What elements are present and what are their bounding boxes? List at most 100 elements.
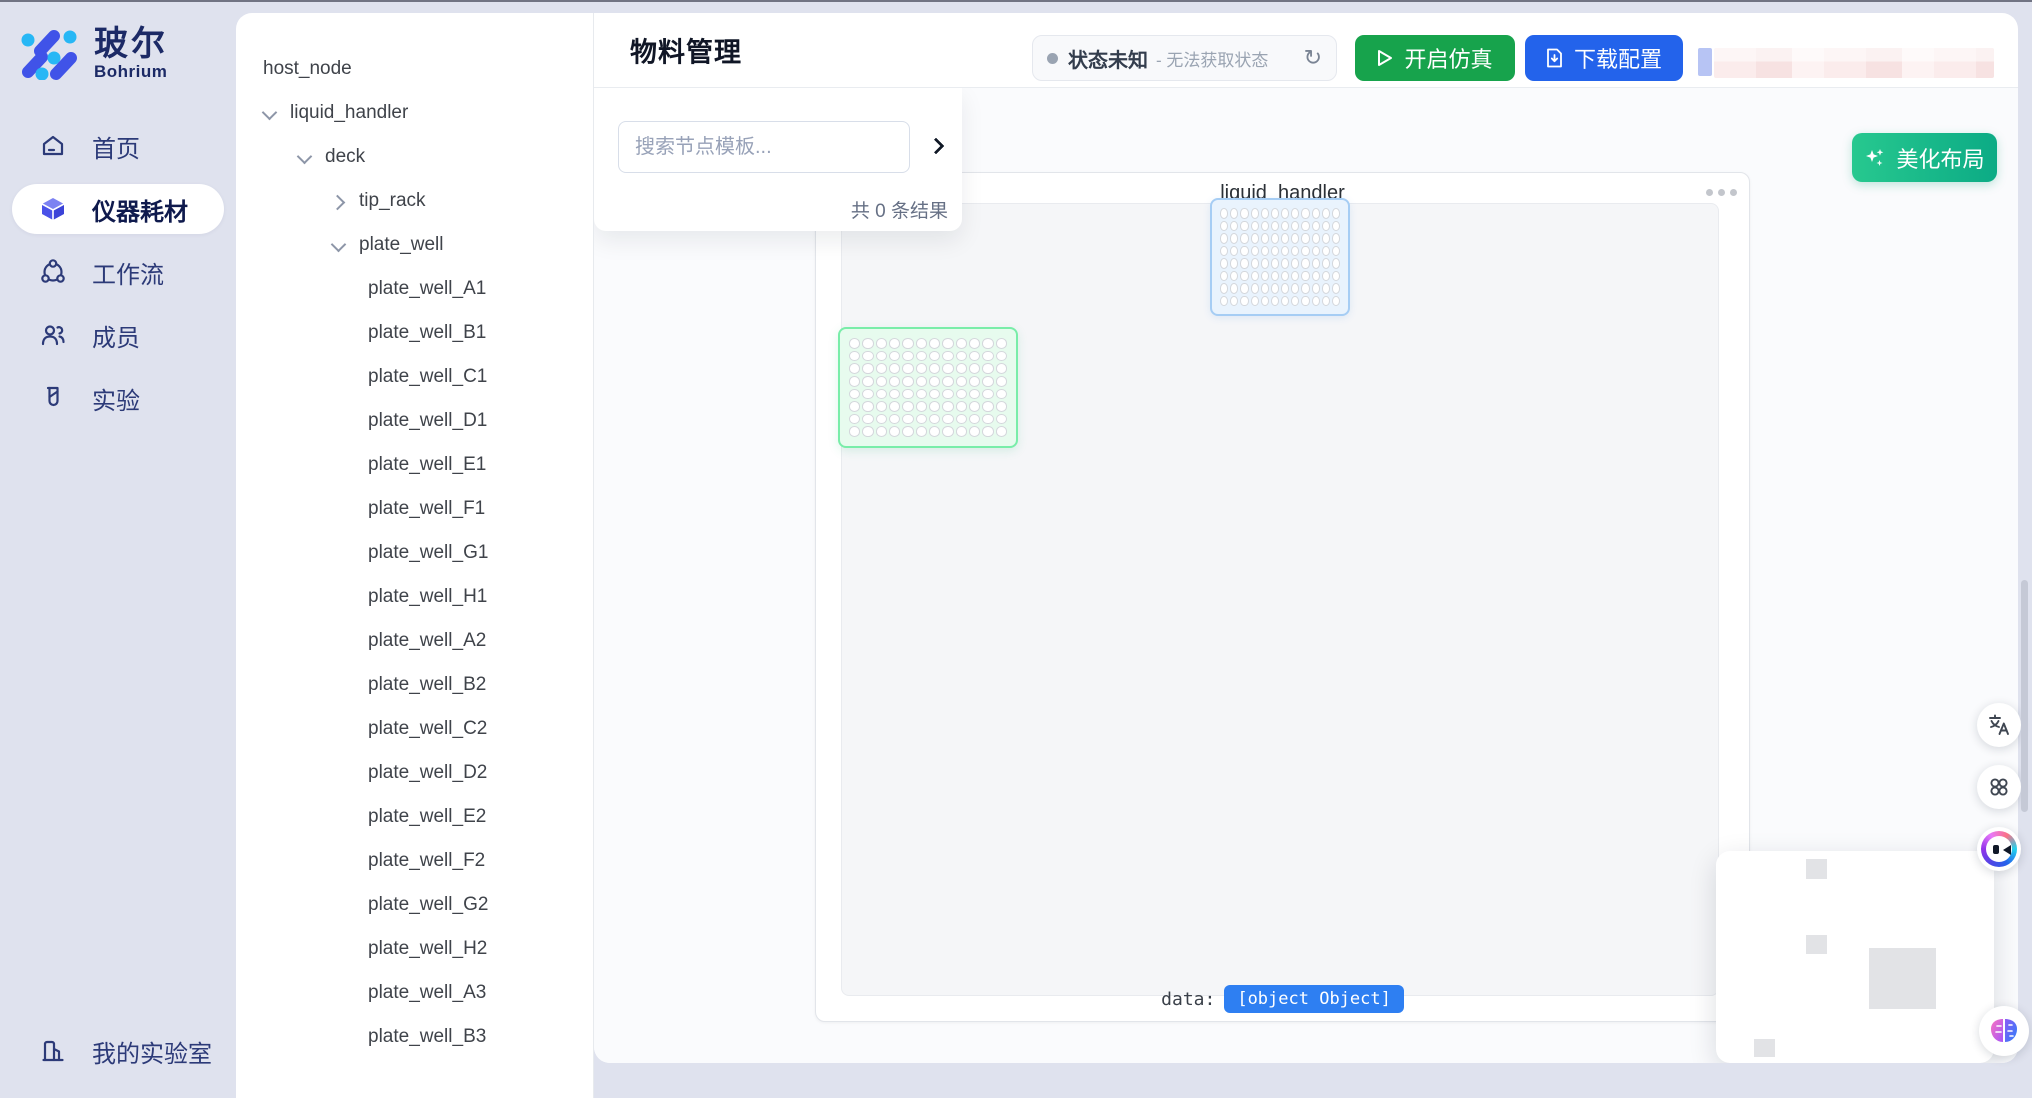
well xyxy=(876,389,887,400)
tree-item-plate_well_A1[interactable]: plate_well_A1 xyxy=(236,267,593,311)
well xyxy=(1230,283,1238,294)
well xyxy=(982,401,993,412)
chevron-right-icon[interactable] xyxy=(332,195,345,208)
experiment-icon xyxy=(40,385,66,411)
well-plate-blue[interactable] xyxy=(1210,198,1350,316)
well xyxy=(969,389,980,400)
tree-item-plate_well_C1[interactable]: plate_well_C1 xyxy=(236,355,593,399)
well xyxy=(1291,271,1299,282)
well xyxy=(862,426,873,437)
logo-subtitle: Bohrium xyxy=(94,62,168,82)
data-key: data: xyxy=(1161,989,1215,1010)
page-header: 物料管理 状态未知 - 无法获取状态 ↻ 开启仿真 xyxy=(594,13,2018,88)
deck-area[interactable] xyxy=(841,203,1719,996)
well xyxy=(862,414,873,425)
well xyxy=(1301,271,1309,282)
minimap-node-rect xyxy=(1869,948,1936,1009)
node-menu-icon[interactable] xyxy=(1706,189,1737,196)
well xyxy=(982,351,993,362)
tree-item-plate_well_A3[interactable]: plate_well_A3 xyxy=(236,971,593,1015)
tree-item-plate_well_G1[interactable]: plate_well_G1 xyxy=(236,531,593,575)
well xyxy=(1332,271,1340,282)
tree-item-plate_well_D1[interactable]: plate_well_D1 xyxy=(236,399,593,443)
search-input[interactable] xyxy=(618,121,910,173)
well xyxy=(982,338,993,349)
well xyxy=(1251,233,1259,244)
ai-assistant-button[interactable] xyxy=(1977,827,2021,871)
well xyxy=(862,338,873,349)
refresh-icon[interactable]: ↻ xyxy=(1304,47,1322,69)
minimap-node-rect xyxy=(1806,859,1827,879)
tree-item-label: plate_well_F2 xyxy=(368,850,485,872)
tree-item-label: plate_well_C1 xyxy=(368,366,487,388)
well xyxy=(1220,296,1228,307)
bohrium-logo[interactable]: 玻尔 Bohrium xyxy=(20,26,168,82)
tree-item-label: plate_well_B2 xyxy=(368,674,486,696)
sparkles-icon xyxy=(1864,147,1886,169)
page-scrollbar[interactable] xyxy=(2021,580,2028,812)
sidebar-item-workflow[interactable]: 工作流 xyxy=(12,247,224,297)
sidebar-item-experiments[interactable]: 实验 xyxy=(12,373,224,423)
well xyxy=(1291,233,1299,244)
well xyxy=(929,338,940,349)
well xyxy=(916,351,927,362)
start-simulation-button[interactable]: 开启仿真 xyxy=(1355,35,1515,81)
tree-item-tip_rack[interactable]: tip_rack xyxy=(236,179,593,223)
apps-button[interactable] xyxy=(1977,765,2021,809)
tree-item-host_node[interactable]: host_node xyxy=(236,47,593,91)
sidebar-item-members[interactable]: 成员 xyxy=(12,310,224,360)
well xyxy=(956,389,967,400)
well xyxy=(889,401,900,412)
tree-item-plate_well_B3[interactable]: plate_well_B3 xyxy=(236,1015,593,1059)
collapse-arrow-icon[interactable] xyxy=(928,138,944,154)
tree-item-label: plate_well_G2 xyxy=(368,894,488,916)
tree-item-plate_well_H1[interactable]: plate_well_H1 xyxy=(236,575,593,619)
tree-item-plate_well_F2[interactable]: plate_well_F2 xyxy=(236,839,593,883)
sidebar-item-my-lab[interactable]: 我的实验室 xyxy=(12,1026,224,1076)
ai-brain-button[interactable] xyxy=(1979,1006,2029,1056)
well xyxy=(982,376,993,387)
chevron-down-icon[interactable] xyxy=(263,107,276,120)
well xyxy=(942,338,953,349)
well-plate-green[interactable] xyxy=(838,327,1018,448)
tree-item-deck[interactable]: deck xyxy=(236,135,593,179)
tree-item-plate_well_C2[interactable]: plate_well_C2 xyxy=(236,707,593,751)
chevron-down-icon[interactable] xyxy=(332,239,345,252)
tree-item-plate_well[interactable]: plate_well xyxy=(236,223,593,267)
data-value-badge[interactable]: [object Object] xyxy=(1224,985,1404,1013)
well xyxy=(1220,208,1228,219)
well xyxy=(1240,246,1248,257)
tree-item-plate_well_E2[interactable]: plate_well_E2 xyxy=(236,795,593,839)
well xyxy=(1322,296,1330,307)
tree-item-plate_well_H2[interactable]: plate_well_H2 xyxy=(236,927,593,971)
well xyxy=(969,414,980,425)
well xyxy=(996,351,1007,362)
download-config-button[interactable]: 下载配置 xyxy=(1525,35,1683,81)
well xyxy=(942,426,953,437)
well xyxy=(1251,221,1259,232)
minimap[interactable] xyxy=(1716,851,1994,1063)
well xyxy=(876,338,887,349)
sidebar-item-home[interactable]: 首页 xyxy=(12,121,224,171)
tree-item-plate_well_D2[interactable]: plate_well_D2 xyxy=(236,751,593,795)
sidebar-item-label: 实验 xyxy=(92,381,140,416)
beautify-layout-button[interactable]: 美化布局 xyxy=(1852,133,1997,182)
tree-item-plate_well_B2[interactable]: plate_well_B2 xyxy=(236,663,593,707)
well xyxy=(982,426,993,437)
well xyxy=(889,338,900,349)
page-title: 物料管理 xyxy=(630,31,742,70)
translate-button[interactable] xyxy=(1977,703,2021,747)
graph-canvas[interactable]: 共 0 条结果 liquid_handler data: [object Obj… xyxy=(594,88,2018,1063)
well xyxy=(1332,258,1340,269)
tree-item-plate_well_A2[interactable]: plate_well_A2 xyxy=(236,619,593,663)
sidebar-item-instruments[interactable]: 仪器耗材 xyxy=(12,184,224,234)
tree-item-plate_well_F1[interactable]: plate_well_F1 xyxy=(236,487,593,531)
tree-item-plate_well_B1[interactable]: plate_well_B1 xyxy=(236,311,593,355)
well xyxy=(929,351,940,362)
tree-item-plate_well_G2[interactable]: plate_well_G2 xyxy=(236,883,593,927)
tree-item-plate_well_E1[interactable]: plate_well_E1 xyxy=(236,443,593,487)
chevron-down-icon[interactable] xyxy=(298,151,311,164)
tree-item-liquid_handler[interactable]: liquid_handler xyxy=(236,91,593,135)
well xyxy=(916,376,927,387)
well xyxy=(862,401,873,412)
